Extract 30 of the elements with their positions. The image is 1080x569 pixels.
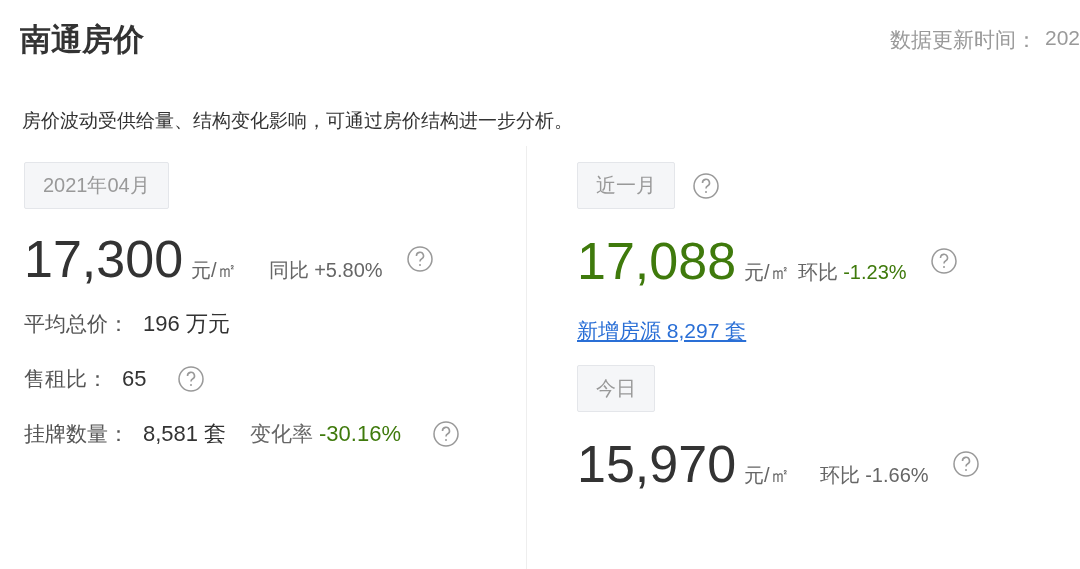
update-time-label: 数据更新时间： [889, 27, 1037, 53]
period-tag: 近一月 [577, 162, 675, 209]
stat-value: 8,581 套 [143, 420, 227, 448]
help-icon[interactable] [952, 451, 979, 477]
price-value: 15,970 [577, 438, 737, 490]
new-listings-link[interactable]: 新增房源 8,297 套 [577, 317, 747, 345]
page-title: 南通房价 [20, 21, 144, 59]
period-tag: 今日 [577, 365, 655, 412]
price-unit: 元/㎡ [744, 463, 790, 488]
price-unit: 元/㎡ [191, 258, 237, 283]
change-text: 环比 -1.23% [797, 260, 907, 285]
help-icon[interactable] [406, 246, 433, 272]
help-icon[interactable] [178, 366, 205, 392]
period-tag: 2021年04月 [24, 162, 169, 209]
change-text: 变化率 -30.16% [250, 420, 401, 448]
change-text: 同比 +5.80% [268, 258, 383, 283]
stat-value: 196 万元 [143, 310, 230, 338]
price-value: 17,300 [24, 233, 184, 285]
price-unit: 元/㎡ [744, 260, 790, 285]
change-text: 环比 -1.66% [819, 463, 929, 488]
help-icon[interactable] [930, 248, 957, 274]
stat-value: 65 [122, 366, 147, 392]
update-time-value: 202 [1044, 26, 1080, 51]
stat-label: 平均总价： [24, 311, 129, 337]
stat-label: 挂牌数量： [24, 421, 129, 447]
price-value: 17,088 [577, 235, 737, 287]
help-icon[interactable] [693, 172, 719, 199]
stat-label: 售租比： [24, 366, 108, 392]
description-text: 房价波动受供给量、结构变化影响，可通过房价结构进一步分析。 [22, 109, 574, 133]
help-icon[interactable] [432, 421, 459, 447]
